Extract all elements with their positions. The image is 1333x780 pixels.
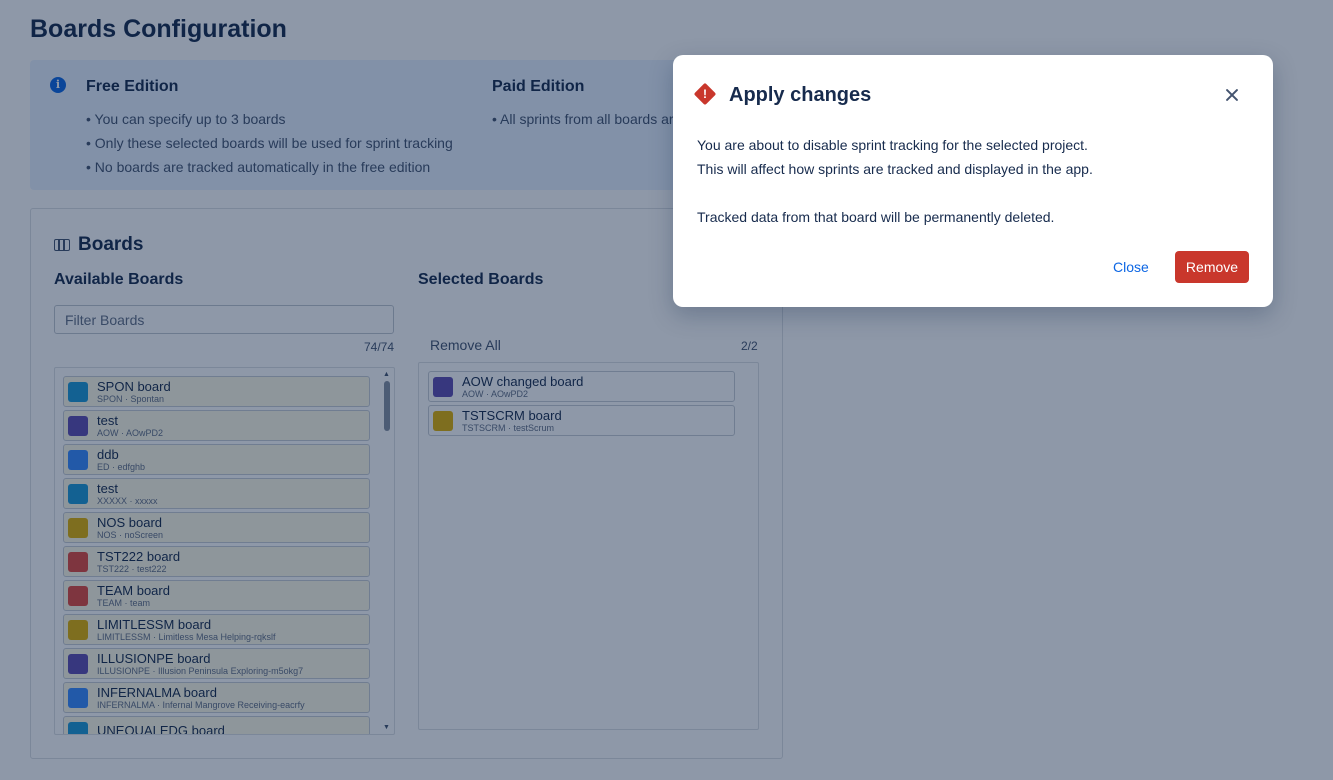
boards-configuration-page: Boards Configuration i Free Edition You …: [0, 0, 1333, 780]
close-button[interactable]: Close: [1103, 251, 1159, 283]
dialog-title: Apply changes: [729, 84, 872, 106]
apply-changes-dialog: ! Apply changes You are about to disable…: [673, 55, 1273, 307]
dialog-body: You are about to disable sprint tracking…: [697, 133, 1247, 229]
remove-button[interactable]: Remove: [1175, 251, 1249, 283]
warning-icon: !: [693, 82, 717, 106]
dialog-text: You are about to disable sprint tracking…: [697, 137, 1088, 153]
dialog-text: This will affect how sprints are tracked…: [697, 161, 1093, 177]
close-icon[interactable]: [1222, 85, 1242, 105]
dialog-text: Tracked data from that board will be per…: [697, 209, 1055, 225]
